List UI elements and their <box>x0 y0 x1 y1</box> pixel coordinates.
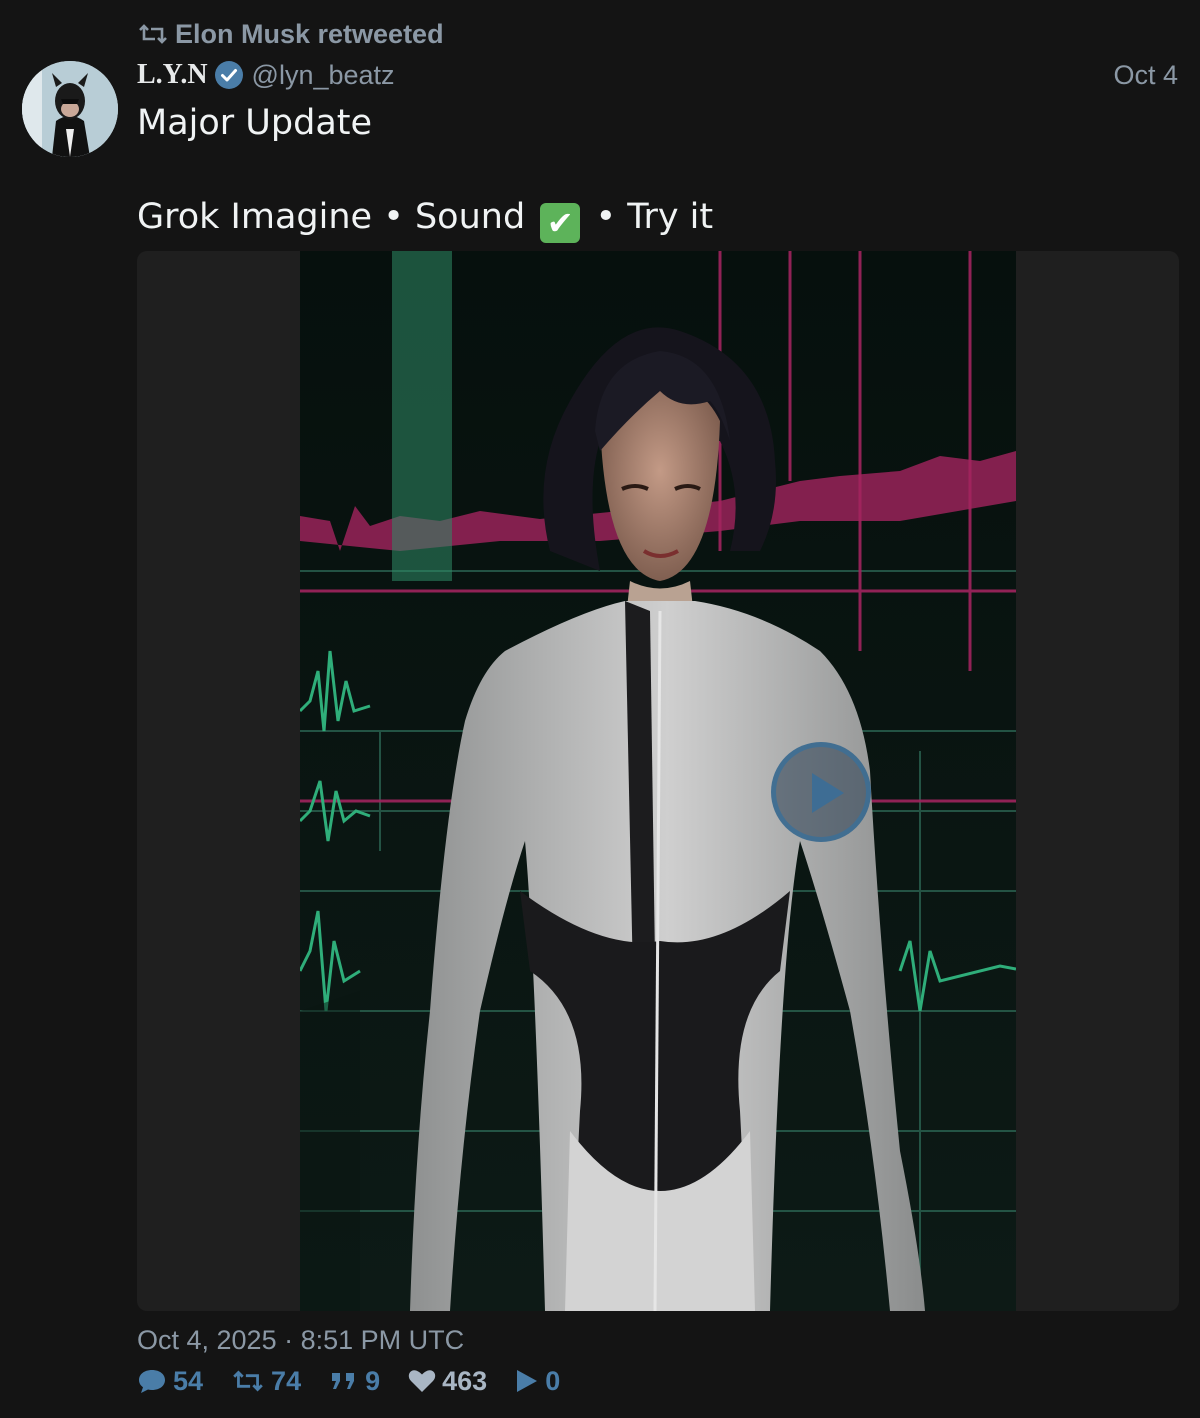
media-container[interactable] <box>137 251 1179 1311</box>
quote-icon <box>332 1373 355 1389</box>
author-handle[interactable]: @lyn_beatz <box>252 60 395 91</box>
retweet-button[interactable]: 74 <box>231 1366 301 1397</box>
quote-button[interactable]: 9 <box>329 1366 380 1397</box>
tweet-timestamp[interactable]: Oct 4, 2025 · 8:51 PM UTC <box>137 1325 464 1356</box>
video-player[interactable] <box>300 251 1016 1311</box>
play-button[interactable] <box>771 742 871 842</box>
like-button[interactable]: 463 <box>408 1366 487 1397</box>
retweet-icon <box>139 24 167 44</box>
tweet-line-2-part2: • Try it <box>584 197 714 237</box>
check-mark-emoji-icon: ✔ <box>540 203 581 243</box>
tweet-text: Major Update Grok Imagine • Sound ✔ • Tr… <box>137 100 713 243</box>
retweet-indicator[interactable]: Elon Musk retweeted <box>137 18 444 50</box>
play-views-icon <box>517 1370 538 1392</box>
tweet-line-1: Major Update <box>137 103 373 143</box>
comment-icon <box>139 1370 165 1393</box>
like-count: 463 <box>442 1365 488 1396</box>
reply-count: 54 <box>173 1365 204 1396</box>
play-icon <box>812 773 844 813</box>
video-thumbnail <box>300 251 1016 1311</box>
engagement-stats: 54 74 9 463 0 <box>137 1363 560 1399</box>
retweet-icon <box>233 1370 263 1392</box>
verified-badge-icon <box>214 61 243 89</box>
author-name[interactable]: L.Y.N <box>137 59 208 91</box>
tweet-date-link[interactable]: Oct 4 <box>1113 60 1178 91</box>
view-count: 0 <box>545 1365 561 1396</box>
avatar[interactable] <box>22 61 118 157</box>
tweet-line-2: Grok Imagine • Sound ✔ • Try it <box>137 194 713 243</box>
quote-count: 9 <box>365 1365 381 1396</box>
tweet-header: L.Y.N @lyn_beatz Oct 4 <box>137 56 1178 94</box>
heart-icon <box>408 1370 436 1392</box>
retweet-label: Elon Musk retweeted <box>175 18 444 49</box>
views-button[interactable]: 0 <box>515 1366 560 1397</box>
reply-button[interactable]: 54 <box>137 1366 203 1397</box>
retweet-count: 74 <box>271 1365 302 1396</box>
tweet-line-2-part1: Grok Imagine • Sound <box>137 197 537 237</box>
